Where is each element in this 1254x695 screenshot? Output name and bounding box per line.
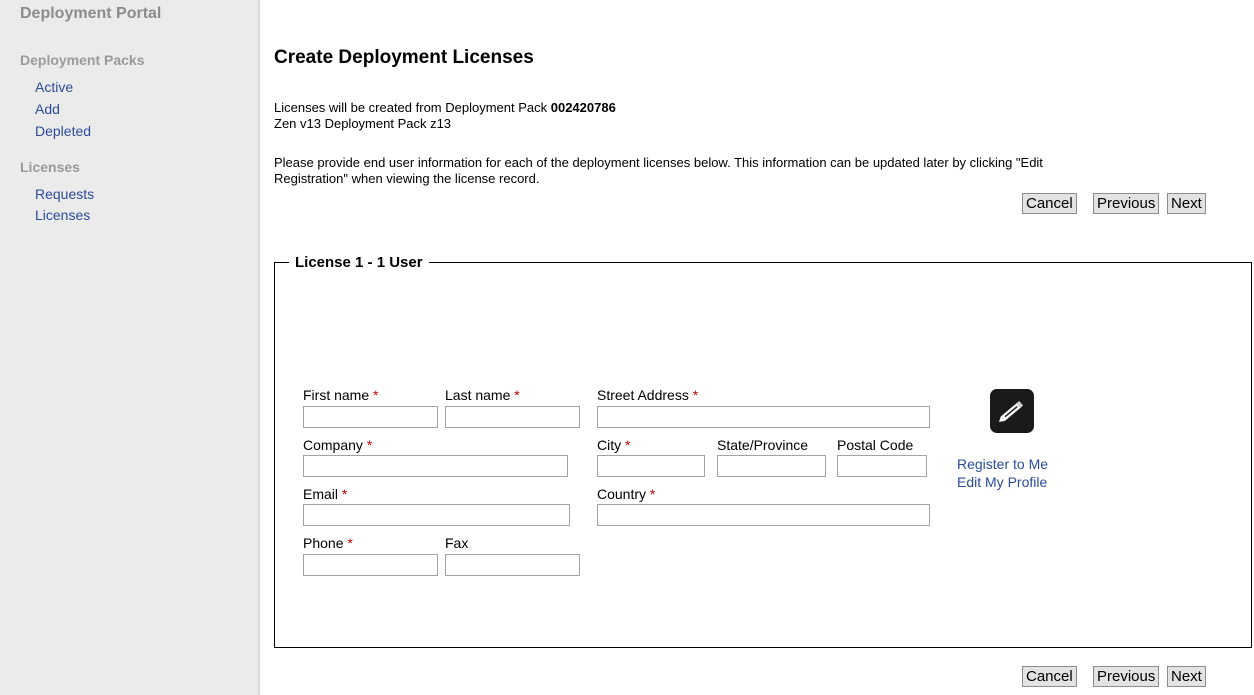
company-label: Company *	[303, 437, 373, 453]
sidebar-section-licenses: Licenses	[20, 159, 80, 175]
last-name-label: Last name *	[445, 387, 520, 403]
previous-button-top[interactable]: Previous	[1093, 193, 1160, 214]
phone-label: Phone *	[303, 535, 353, 551]
fax-label: Fax	[445, 535, 469, 551]
email-input[interactable]	[303, 504, 570, 526]
fax-input[interactable]	[445, 554, 580, 576]
postal-code-input[interactable]	[837, 455, 927, 477]
street-address-input[interactable]	[597, 406, 930, 428]
cancel-button-bottom[interactable]: Cancel	[1022, 666, 1077, 687]
city-label: City *	[597, 437, 631, 453]
sidebar-item-requests[interactable]: Requests	[35, 186, 94, 202]
sidebar-section-deployment-packs: Deployment Packs	[20, 52, 145, 68]
sidebar-item-licenses[interactable]: Licenses	[35, 207, 90, 223]
next-button-bottom[interactable]: Next	[1167, 666, 1206, 687]
sidebar: Deployment Portal Deployment Packs Activ…	[0, 0, 258, 695]
city-input[interactable]	[597, 455, 705, 477]
pack-name: Zen v13 Deployment Pack z13	[274, 116, 452, 131]
company-input[interactable]	[303, 455, 568, 477]
state-label: State/Province	[717, 437, 809, 453]
cancel-button-top[interactable]: Cancel	[1022, 193, 1077, 214]
edit-pencil-icon[interactable]	[990, 389, 1034, 433]
phone-input[interactable]	[303, 554, 438, 576]
street-address-label: Street Address *	[597, 387, 699, 403]
pack-intro: Licenses will be created from Deployment…	[274, 100, 616, 115]
postal-code-label: Postal Code	[837, 437, 914, 453]
pack-number: 002420786	[550, 100, 616, 115]
last-name-input[interactable]	[445, 406, 580, 428]
portal-title: Deployment Portal	[20, 5, 162, 22]
edit-my-profile-link[interactable]: Edit My Profile	[957, 474, 1047, 490]
instructions-line-2: Registration" when viewing the license r…	[274, 171, 540, 186]
sidebar-item-add[interactable]: Add	[35, 101, 60, 117]
first-name-label: First name *	[303, 387, 379, 403]
sidebar-item-active[interactable]: Active	[35, 79, 73, 95]
pack-intro-text: Licenses will be created from Deployment…	[274, 100, 551, 115]
pencil-glyph-icon	[998, 400, 1024, 422]
main-content: Create Deployment Licenses Licenses will…	[260, 0, 1254, 695]
first-name-input[interactable]	[303, 406, 438, 428]
country-label: Country *	[597, 486, 656, 502]
instructions-line-1: Please provide end user information for …	[274, 155, 1043, 170]
email-label: Email *	[303, 486, 348, 502]
next-button-top[interactable]: Next	[1167, 193, 1206, 214]
license-fieldset: License 1 - 1 User First name * Last nam…	[274, 254, 1252, 648]
register-to-me-link[interactable]: Register to Me	[957, 456, 1048, 472]
license-legend: License 1 - 1 User	[295, 254, 423, 271]
state-input[interactable]	[717, 455, 826, 477]
page-title: Create Deployment Licenses	[274, 47, 534, 68]
sidebar-item-depleted[interactable]: Depleted	[35, 123, 91, 139]
previous-button-bottom[interactable]: Previous	[1093, 666, 1160, 687]
country-input[interactable]	[597, 504, 930, 526]
